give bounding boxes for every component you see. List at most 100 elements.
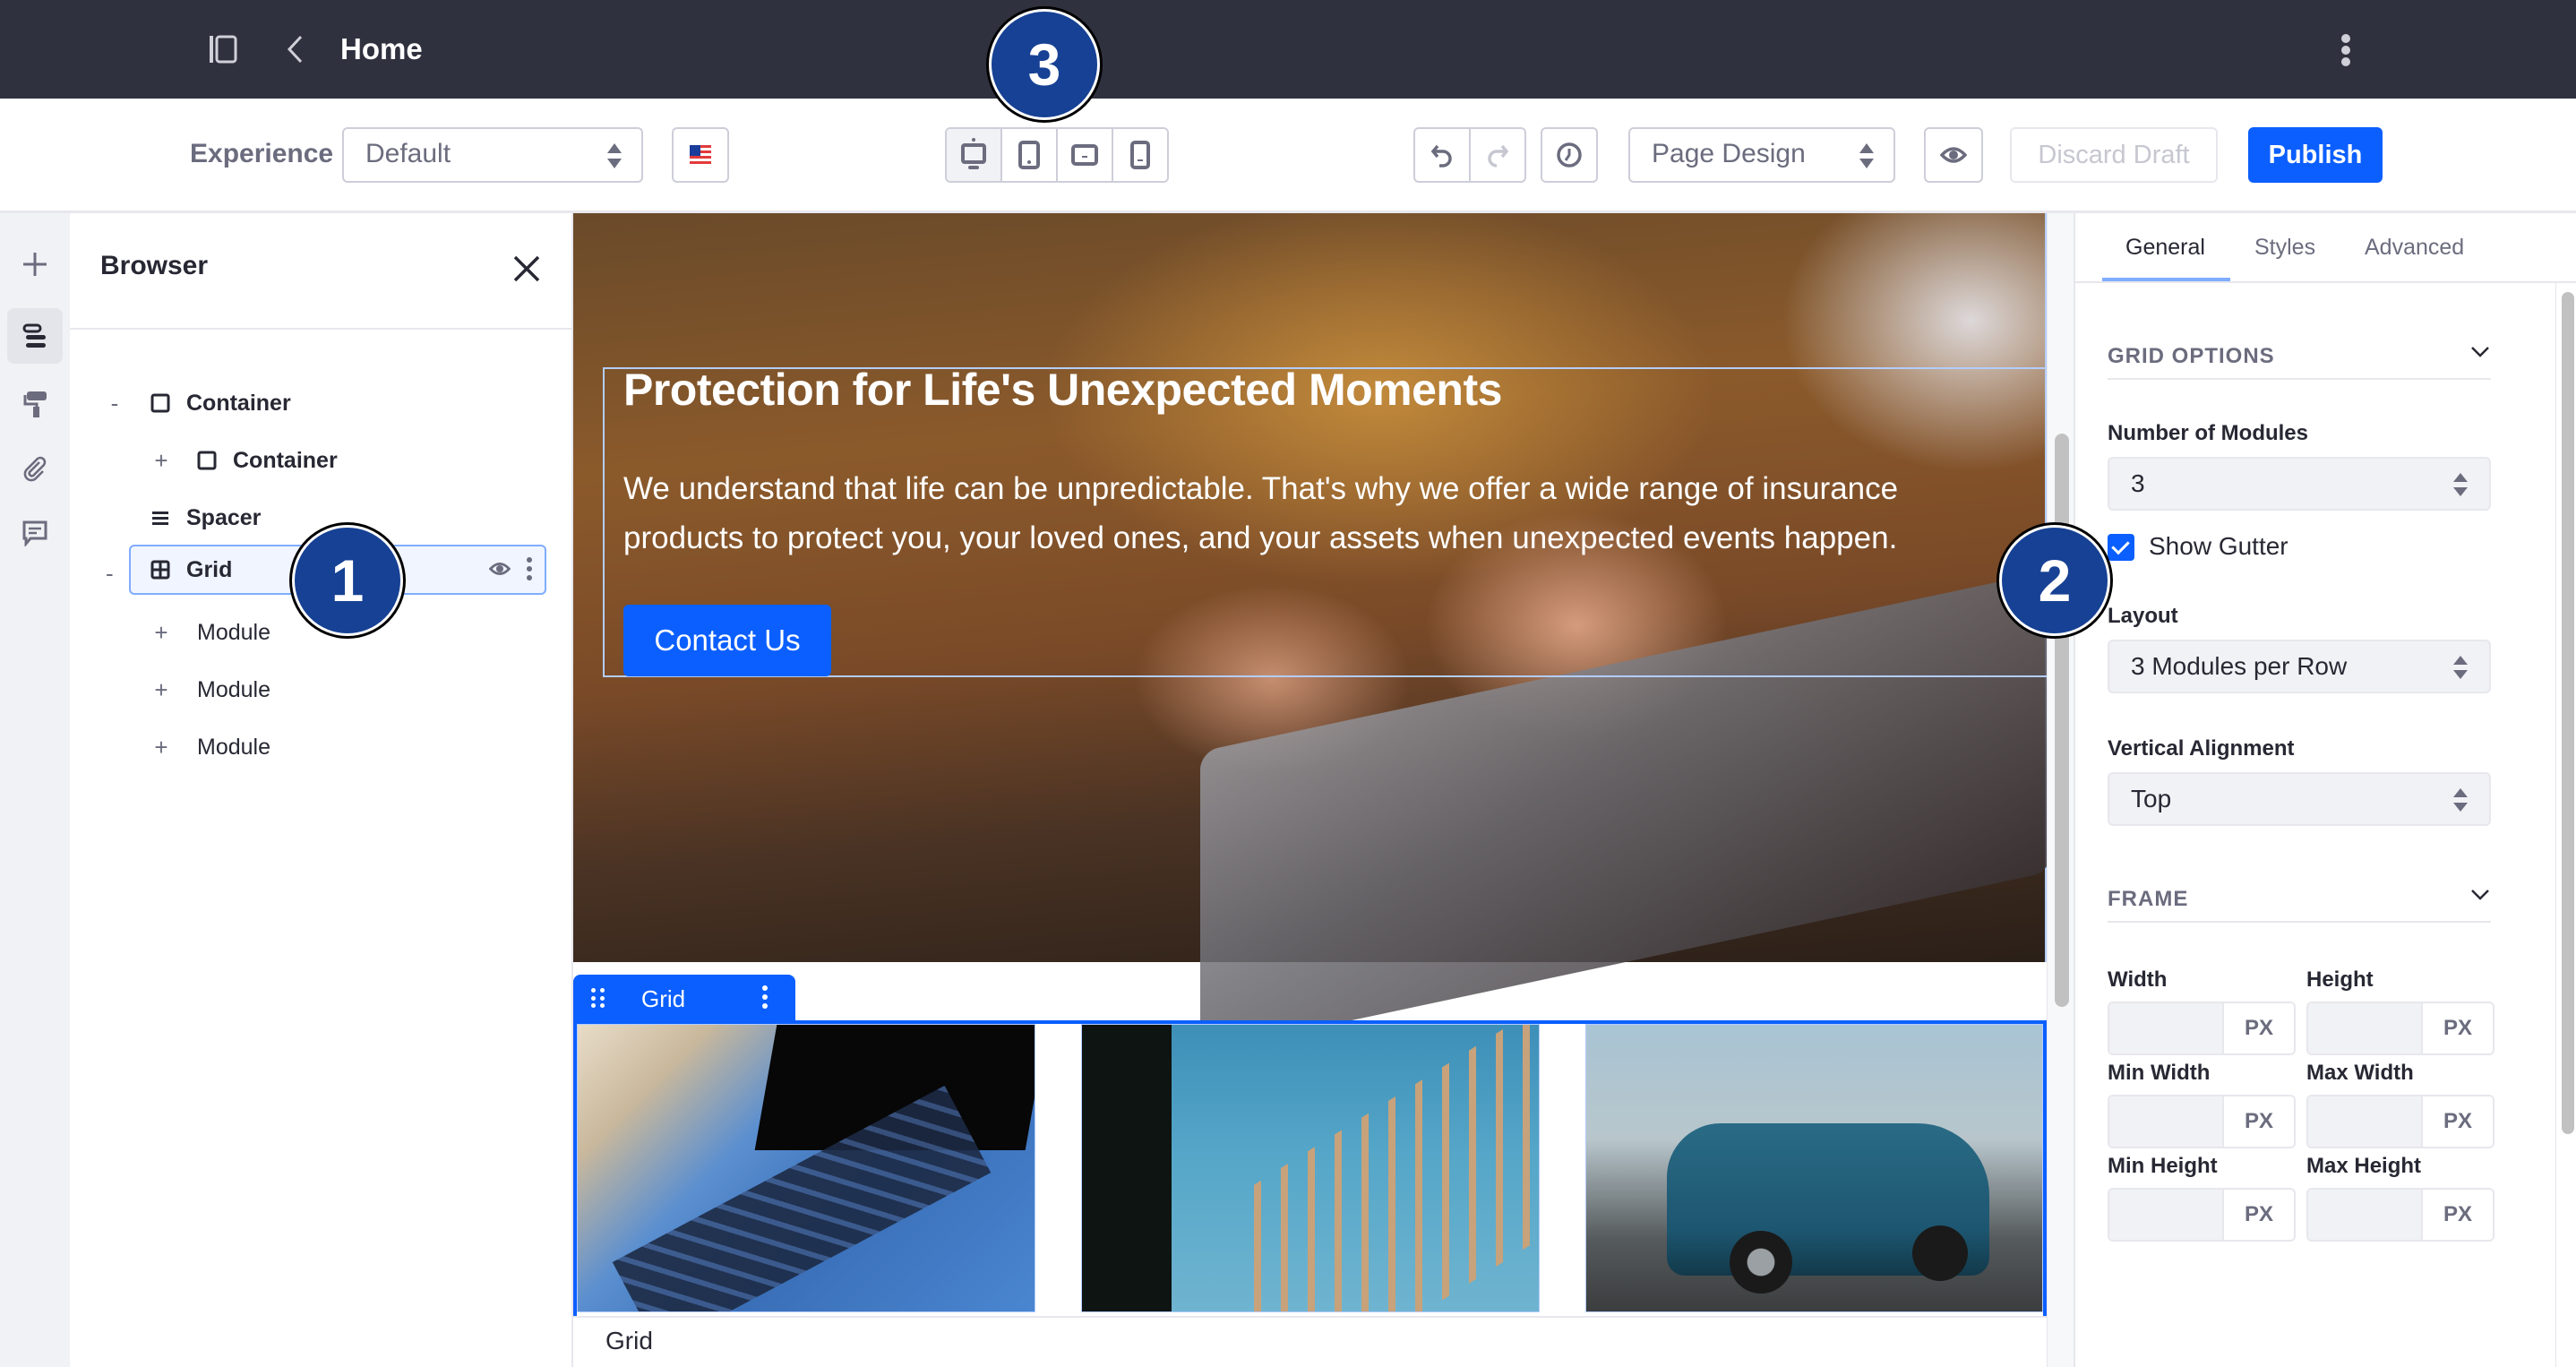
experience-select[interactable]: Default <box>342 127 643 183</box>
history-button[interactable] <box>1541 127 1598 183</box>
grid-topper-label: Grid <box>641 985 686 1012</box>
rail-browser-button[interactable] <box>7 308 63 364</box>
rail-comments-button[interactable] <box>7 505 63 561</box>
redo-button[interactable] <box>1471 129 1524 181</box>
drag-handle-icon[interactable] <box>591 988 605 1010</box>
page-design-select[interactable]: Page Design <box>1628 127 1895 183</box>
expand-toggle[interactable]: + <box>152 619 170 647</box>
language-selector-button[interactable] <box>672 127 729 183</box>
collapse-toggle[interactable]: - <box>106 390 124 417</box>
min-height-label: Min Height <box>2108 1154 2218 1178</box>
min-height-unit: PX <box>2222 1190 2294 1240</box>
max-width-unit: PX <box>2421 1096 2493 1147</box>
number-of-modules-select[interactable]: 3 <box>2108 457 2491 511</box>
scrollbar-thumb[interactable] <box>2562 292 2574 1134</box>
grid-topper[interactable]: Grid <box>573 975 795 1023</box>
undo-redo-group <box>1413 127 1526 183</box>
portrait-phone-preview-button[interactable] <box>1113 129 1167 181</box>
collapse-toggle[interactable]: - <box>106 560 114 588</box>
undo-button[interactable] <box>1415 129 1471 181</box>
max-height-input[interactable] <box>2308 1190 2421 1240</box>
tree-item-module[interactable]: + Module <box>70 722 573 772</box>
grid-icon <box>150 560 170 580</box>
hero-banner[interactable]: Protection for Life's Unexpected Moments… <box>573 213 2047 1053</box>
layout-select[interactable]: 3 Modules per Row <box>2108 640 2491 693</box>
us-flag-icon <box>690 145 711 165</box>
select-arrows-icon <box>607 143 622 168</box>
chevron-left-icon[interactable] <box>285 34 306 64</box>
select-arrows-icon <box>2453 656 2468 679</box>
landscape-phone-preview-button[interactable] <box>1058 129 1113 181</box>
max-height-field: PX <box>2306 1188 2494 1242</box>
width-input[interactable] <box>2109 1003 2222 1053</box>
hero-heading[interactable]: Protection for Life's Unexpected Moments <box>623 364 1502 416</box>
rail-page-design-button[interactable] <box>7 376 63 432</box>
callout-badge-3: 3 <box>989 9 1100 120</box>
plus-icon <box>23 253 47 276</box>
tab-styles[interactable]: Styles <box>2254 235 2315 261</box>
min-width-field: PX <box>2108 1095 2296 1148</box>
grid-module-construction-photo[interactable] <box>1081 1024 1540 1312</box>
max-height-unit: PX <box>2421 1190 2493 1240</box>
expand-toggle[interactable]: + <box>152 676 170 704</box>
rail-mapping-button[interactable] <box>7 441 63 496</box>
kebab-vertical-icon[interactable] <box>527 557 532 580</box>
callout-badge-2: 2 <box>1999 525 2110 636</box>
preview-button[interactable] <box>1924 127 1983 183</box>
publish-button[interactable]: Publish <box>2248 127 2383 183</box>
tree-item-module[interactable]: + Module <box>70 665 573 715</box>
canvas-breadcrumb-bar: Grid <box>573 1316 2047 1367</box>
section-divider <box>2108 921 2491 923</box>
close-icon[interactable] <box>512 254 541 283</box>
hero-paragraph[interactable]: We understand that life can be unpredict… <box>623 464 1949 563</box>
config-tabs: General Styles Advanced <box>2075 213 2576 283</box>
width-unit: PX <box>2222 1003 2294 1053</box>
tree-item-container[interactable]: - Container <box>70 378 573 428</box>
select-arrows-icon <box>1859 143 1874 168</box>
eye-icon[interactable] <box>489 561 511 577</box>
container-icon <box>150 393 170 413</box>
height-input[interactable] <box>2308 1003 2421 1053</box>
tab-advanced[interactable]: Advanced <box>2365 235 2464 261</box>
expand-toggle[interactable]: + <box>152 734 170 761</box>
desktop-preview-button[interactable] <box>947 129 1002 181</box>
max-width-input[interactable] <box>2308 1096 2421 1147</box>
chevron-down-icon[interactable] <box>2469 883 2491 905</box>
contact-us-button[interactable]: Contact Us <box>623 605 831 676</box>
tab-general[interactable]: General <box>2125 235 2205 261</box>
tree-item-label: Grid <box>186 556 233 582</box>
expand-toggle[interactable]: + <box>152 447 170 475</box>
min-height-input[interactable] <box>2109 1190 2222 1240</box>
chevron-down-icon[interactable] <box>2469 340 2491 362</box>
rail-add-button[interactable] <box>7 236 63 292</box>
width-field: PX <box>2108 1002 2296 1055</box>
canvas-scrollbar[interactable] <box>2047 213 2074 1367</box>
paint-roller-icon <box>23 391 47 417</box>
kebab-vertical-icon[interactable] <box>762 985 768 1009</box>
discard-draft-button[interactable]: Discard Draft <box>2010 127 2218 183</box>
show-gutter-label[interactable]: Show Gutter <box>2149 532 2288 561</box>
editor-toolbar: Experience Default Page Design Discard D… <box>0 99 2576 213</box>
config-scrollbar[interactable] <box>2555 283 2576 1367</box>
clock-icon <box>1557 142 1582 168</box>
tree-item-container-nested[interactable]: + Container <box>70 435 573 486</box>
redo-icon <box>1488 144 1509 168</box>
show-gutter-checkbox[interactable] <box>2108 534 2134 561</box>
select-arrows-icon <box>2453 788 2468 812</box>
min-width-unit: PX <box>2222 1096 2294 1147</box>
min-width-input[interactable] <box>2109 1096 2222 1147</box>
selected-element-label: Grid <box>605 1327 653 1354</box>
scrollbar-thumb[interactable] <box>2055 434 2069 1007</box>
grid-module-laptop-photo[interactable] <box>577 1024 1035 1312</box>
grid-module-car-photo[interactable] <box>1585 1024 2043 1312</box>
top-bar: Home <box>0 0 2576 99</box>
number-of-modules-value: 3 <box>2131 469 2145 497</box>
width-label: Width <box>2108 967 2168 992</box>
sidebar-panel-icon[interactable] <box>208 34 238 64</box>
tree-item-label: Module <box>197 734 270 760</box>
tablet-preview-button[interactable] <box>1002 129 1058 181</box>
vertical-alignment-select[interactable]: Top <box>2108 772 2491 826</box>
kebab-vertical-icon[interactable] <box>2332 30 2359 70</box>
browser-panel: Browser - Container + Container Spacer -… <box>70 213 573 1367</box>
experience-select-value: Default <box>365 139 451 168</box>
